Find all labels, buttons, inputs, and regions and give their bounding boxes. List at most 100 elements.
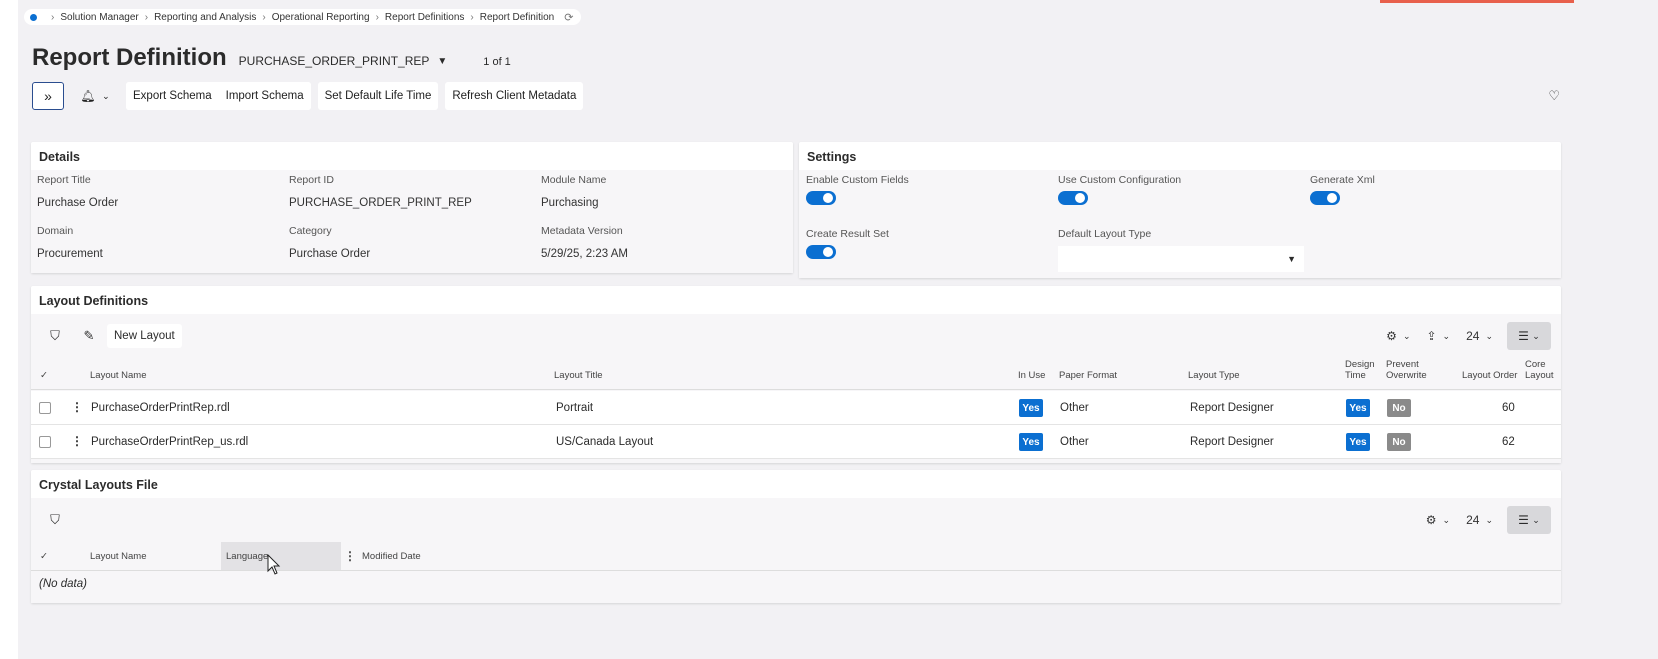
category-field: Category Purchase Order [289, 225, 371, 260]
col-layout-title[interactable]: Layout Title [554, 370, 603, 381]
layout-grid-toolbar: ⛉ ✎ New Layout ⚙ ⌄ ⇪ ⌄ 24 ⌄ ☰ ⌄ [31, 322, 1561, 350]
view-mode-button[interactable]: ☰ ⌄ [1507, 506, 1551, 534]
mouse-cursor-icon [267, 554, 281, 575]
record-selector[interactable]: PURCHASE_ORDER_PRINT_REP ▼ [239, 54, 448, 68]
layout-definitions-body: ⛉ ✎ New Layout ⚙ ⌄ ⇪ ⌄ 24 ⌄ ☰ ⌄ ✓ Layout Na… [31, 314, 1561, 463]
report-title-field: Report Title Purchase Order [37, 174, 119, 209]
select-all-checkmark-icon[interactable]: ✓ [40, 370, 48, 381]
expand-button[interactable]: » [32, 82, 64, 110]
design-time-badge: Yes [1346, 433, 1370, 451]
select-all-checkmark-icon[interactable]: ✓ [40, 551, 48, 562]
chevron-right-icon: › [51, 11, 55, 23]
in-use-badge: Yes [1019, 433, 1043, 451]
favorite-heart-icon[interactable]: ♡ [1548, 88, 1560, 104]
new-layout-button[interactable]: New Layout [107, 324, 182, 348]
layout-grid-header: ✓ Layout Name Layout Title In Use Paper … [31, 358, 1561, 390]
col-in-use[interactable]: In Use [1018, 370, 1045, 381]
col-paper-format[interactable]: Paper Format [1059, 370, 1117, 381]
crystal-layouts-title: Crystal Layouts File [39, 478, 158, 492]
use-custom-configuration-toggle[interactable] [1058, 191, 1088, 205]
gear-icon: ⚙ [1386, 329, 1397, 343]
default-layout-type-field: Default Layout Type ▼ [1058, 228, 1304, 272]
refresh-icon[interactable]: ⟳ [564, 11, 573, 24]
report-title-value[interactable]: Purchase Order [37, 197, 118, 209]
home-icon[interactable] [30, 13, 37, 21]
chevron-right-icon: › [144, 11, 149, 23]
chevron-right-icon: › [262, 11, 266, 23]
export-menu[interactable]: ⇪ ⌄ [1426, 329, 1450, 343]
settings-panel: Settings Enable Custom Fields Use Custom… [799, 142, 1561, 278]
export-schema-button[interactable]: Export Schema [126, 82, 219, 110]
crystal-grid-header: ✓ Layout Name Language ⋮ Modified Date [31, 542, 1561, 571]
report-id-value[interactable]: PURCHASE_ORDER_PRINT_REP [289, 197, 472, 209]
crystal-layouts-body: ⛉ ⚙ ⌄ 24 ⌄ ☰ ⌄ ✓ Layout Name Language ⋮ Mo… [31, 498, 1561, 603]
col-modified-date[interactable]: Modified Date [362, 551, 421, 562]
record-key: PURCHASE_ORDER_PRINT_REP [238, 54, 430, 68]
export-icon: ⇪ [1426, 329, 1437, 343]
generate-xml-toggle[interactable] [1310, 191, 1340, 205]
category-value[interactable]: Purchase Order [289, 248, 370, 260]
filter-icon[interactable]: ⛉ [45, 328, 65, 344]
gear-icon: ⚙ [1425, 513, 1437, 527]
breadcrumb-item[interactable]: Solution Manager [60, 12, 138, 23]
refresh-client-metadata-button[interactable]: Refresh Client Metadata [445, 82, 584, 110]
left-strip [0, 0, 18, 659]
domain-value[interactable]: Procurement [37, 248, 103, 260]
col-core-layout[interactable]: Core Layout [1525, 359, 1554, 381]
col-layout-order[interactable]: Layout Order [1462, 370, 1517, 381]
caret-down-icon[interactable]: ▼ [437, 56, 447, 67]
module-name-value[interactable]: Purchasing [541, 197, 606, 209]
col-language[interactable]: Language [226, 551, 268, 562]
breadcrumb-item[interactable]: Report Definitions [385, 12, 464, 23]
metadata-version-field: Metadata Version 5/29/25, 2:23 AM [541, 225, 628, 260]
in-use-badge: Yes [1019, 399, 1043, 417]
generate-xml-field: Generate Xml [1310, 174, 1375, 205]
row-checkbox[interactable] [39, 402, 51, 414]
use-custom-configuration-field: Use Custom Configuration [1058, 174, 1181, 205]
bell-icon: 🔔︎ [80, 89, 96, 103]
breadcrumb: › Solution Manager › Reporting and Analy… [24, 9, 582, 25]
settings-menu[interactable]: ⚙ ⌄ [1386, 329, 1410, 343]
prevent-overwrite-badge: No [1387, 433, 1411, 451]
details-body: Report Title Purchase Order Report ID PU… [31, 170, 793, 273]
report-id-field: Report ID PURCHASE_ORDER_PRINT_REP [289, 174, 472, 209]
col-layout-type[interactable]: Layout Type [1188, 370, 1240, 381]
filter-icon[interactable]: ⛉ [45, 512, 65, 528]
row-checkbox[interactable] [39, 436, 51, 448]
table-row[interactable]: ⋮ PurchaseOrderPrintRep.rdl Portrait Yes… [31, 391, 1561, 425]
table-row[interactable]: ⋮ PurchaseOrderPrintRep_us.rdl US/Canada… [31, 425, 1561, 459]
crystal-layouts-panel: Crystal Layouts File ⛉ ⚙ ⌄ 24 ⌄ ☰ ⌄ ✓ Layo… [31, 470, 1561, 603]
notification-button[interactable]: 🔔︎ ⌄ [71, 82, 119, 110]
layout-definitions-title: Layout Definitions [39, 294, 149, 308]
enable-custom-fields-toggle[interactable] [806, 191, 836, 205]
create-result-set-field: Create Result Set [806, 228, 889, 259]
settings-title: Settings [807, 150, 857, 164]
record-count: 1 of 1 [483, 56, 511, 68]
crystal-grid-toolbar: ⛉ ⚙ ⌄ 24 ⌄ ☰ ⌄ [31, 506, 1561, 534]
module-name-field: Module Name Purchasing [541, 174, 607, 209]
edit-pencil-icon[interactable]: ✎ [79, 328, 99, 344]
row-menu-kebab-icon[interactable]: ⋮ [71, 434, 83, 448]
page-size-select[interactable]: 24 ⌄ [1466, 513, 1493, 527]
col-design-time[interactable]: Design Time [1345, 359, 1375, 381]
breadcrumb-item[interactable]: Operational Reporting [272, 12, 370, 23]
set-default-life-time-button[interactable]: Set Default Life Time [317, 82, 439, 110]
title-row: Report Definition PURCHASE_ORDER_PRINT_R… [32, 44, 511, 72]
create-result-set-toggle[interactable] [806, 245, 836, 259]
row-menu-kebab-icon[interactable]: ⋮ [71, 400, 83, 414]
col-prevent-overwrite[interactable]: Prevent Overwrite [1386, 359, 1427, 381]
col-layout-name[interactable]: Layout Name [90, 551, 147, 562]
top-accent-bar [1380, 0, 1574, 3]
list-view-icon: ☰ [1518, 329, 1529, 343]
metadata-version-value: 5/29/25, 2:23 AM [541, 248, 628, 260]
col-layout-name[interactable]: Layout Name [90, 370, 147, 381]
column-menu-kebab-icon[interactable]: ⋮ [344, 550, 356, 562]
default-layout-type-select[interactable]: ▼ [1058, 246, 1304, 272]
view-mode-button[interactable]: ☰ ⌄ [1507, 322, 1551, 350]
chevron-right-icon: › [375, 11, 379, 23]
import-schema-button[interactable]: Import Schema [218, 82, 311, 110]
breadcrumb-item[interactable]: Reporting and Analysis [154, 12, 256, 23]
page-size-select[interactable]: 24 ⌄ [1466, 329, 1493, 343]
design-time-badge: Yes [1346, 399, 1370, 417]
settings-menu[interactable]: ⚙ ⌄ [1426, 513, 1450, 527]
